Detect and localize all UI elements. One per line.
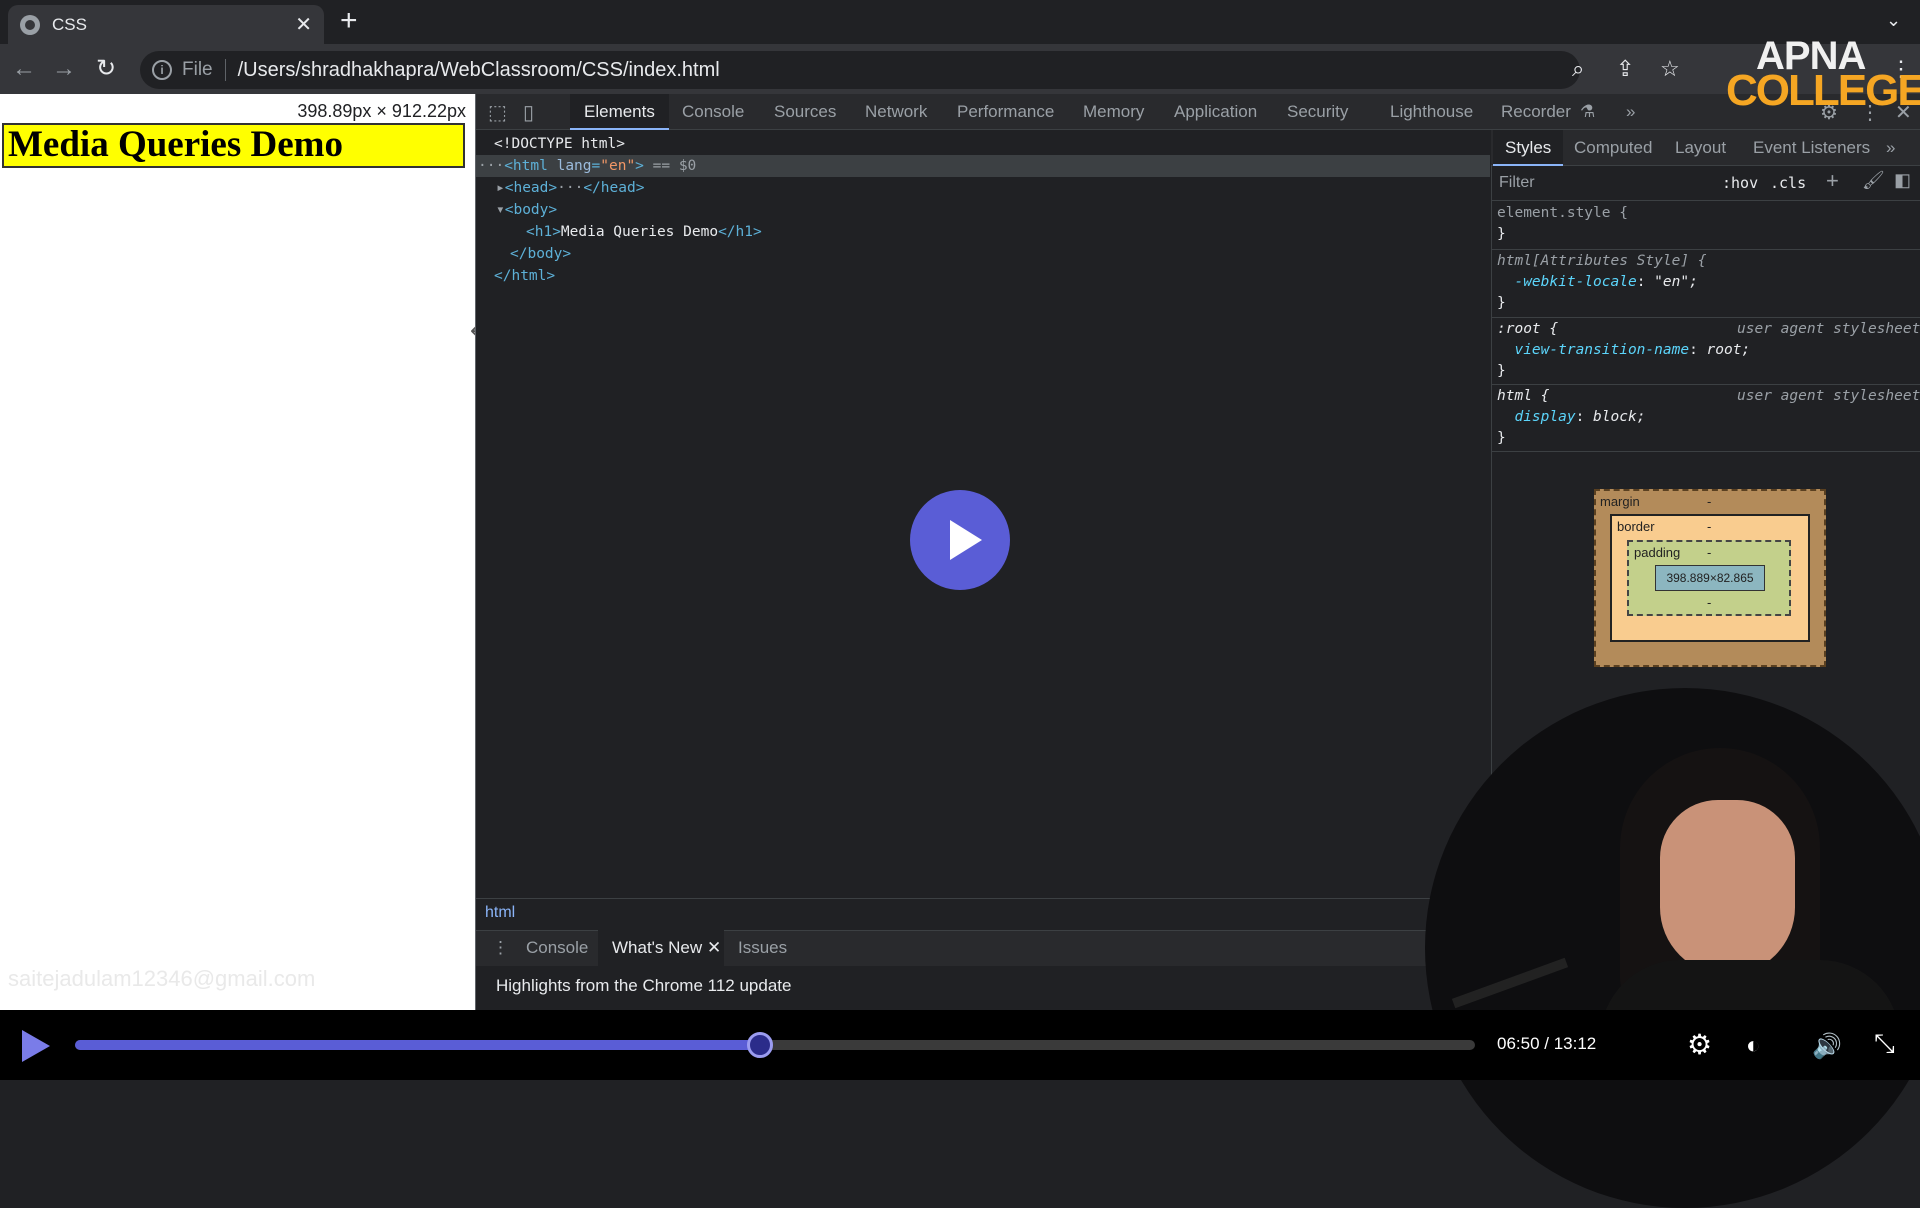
devtools-tab-security[interactable]: Security [1287, 94, 1348, 130]
html-close-node: </html> [494, 268, 556, 284]
tab-computed[interactable]: Computed [1574, 130, 1652, 166]
play-icon[interactable] [22, 1030, 50, 1062]
page-heading: Media Queries Demo [2, 123, 465, 168]
border-value: - [1707, 519, 1712, 534]
close-tab-icon[interactable]: ✕ [295, 12, 312, 37]
viewport-dimensions: 398.89px × 912.22px [282, 98, 470, 124]
browser-tab[interactable]: CSS ✕ [8, 5, 324, 44]
drawer-menu-icon[interactable]: ⋮ [492, 930, 509, 966]
rule-divider [1491, 384, 1920, 385]
more-tabs-icon[interactable]: » [1626, 94, 1635, 130]
padding-value: - [1707, 545, 1712, 560]
doctype-node[interactable]: <!DOCTYPE html> [494, 133, 625, 155]
watermark-text: saitejadulam12346@gmail.com [8, 966, 316, 991]
drawer-tab-console[interactable]: Console [526, 930, 588, 966]
tab-event-listeners[interactable]: Event Listeners [1753, 130, 1870, 166]
head-node[interactable]: ▸<head>···</head> [496, 177, 644, 199]
forward-icon[interactable]: → [52, 54, 76, 84]
devtools-tab-memory[interactable]: Memory [1083, 94, 1144, 130]
margin-label: margin [1600, 494, 1640, 509]
info-icon[interactable]: i [152, 60, 172, 80]
devtools-tab-recorder[interactable]: Recorder [1501, 94, 1571, 130]
exit-fullscreen-icon[interactable]: ⤡ [1874, 1028, 1895, 1060]
url-scheme: File [182, 59, 226, 81]
paint-brush-icon[interactable]: 🖌 [1862, 170, 1885, 191]
zoom-icon[interactable]: ⌕ [1572, 56, 1584, 82]
bookmark-star-icon[interactable]: ☆ [1660, 56, 1680, 82]
devtools-tab-application[interactable]: Application [1174, 94, 1257, 130]
video-play-overlay-icon[interactable] [910, 490, 1010, 590]
progress-fill [75, 1040, 761, 1050]
devtools-tab-network[interactable]: Network [865, 94, 927, 130]
breadcrumb-html[interactable]: html [485, 904, 515, 922]
playback-time: 06:50 / 13:12 [1497, 1034, 1597, 1053]
settings-gear-icon[interactable]: ⚙ [1687, 1028, 1712, 1061]
rule-divider [1491, 451, 1920, 452]
tab-layout[interactable]: Layout [1675, 130, 1726, 166]
logo-college: COLLEGE [1726, 66, 1920, 115]
more-panes-icon[interactable]: » [1886, 130, 1895, 166]
presenter-face [1660, 800, 1795, 975]
padding-label: padding [1634, 545, 1681, 560]
close-drawer-tab-icon[interactable]: ✕ [707, 930, 721, 966]
h1-node[interactable]: <h1>Media Queries Demo</h1> [526, 221, 762, 243]
rule-divider [1491, 249, 1920, 250]
padding-bottom-value: - [1707, 595, 1712, 610]
sidebar-toggle-icon[interactable]: ◧ [1894, 170, 1911, 191]
user-agent-label: user agent stylesheet [1737, 388, 1920, 404]
styles-filter-input[interactable]: Filter [1499, 174, 1535, 192]
progress-scrubber[interactable] [747, 1032, 773, 1058]
devtools-tab-performance[interactable]: Performance [957, 94, 1054, 130]
page-viewport [0, 94, 475, 1010]
volume-icon[interactable]: 🔊 [1812, 1032, 1842, 1061]
user-agent-label: user agent stylesheet [1737, 321, 1920, 337]
devtools-tab-sources[interactable]: Sources [774, 94, 836, 130]
new-rule-icon[interactable]: + [1826, 168, 1839, 194]
html-node[interactable]: ···<html lang="en"> == $0 [478, 155, 696, 177]
tab-styles[interactable]: Styles [1493, 130, 1564, 166]
drawer-tab-issues[interactable]: Issues [738, 930, 787, 966]
toggle-icon[interactable]: ◐ [1746, 1032, 1761, 1060]
drawer-tab-whats-new[interactable]: What's New [598, 930, 724, 966]
devtools-tab-console[interactable]: Console [682, 94, 744, 130]
back-icon[interactable]: ← [12, 54, 36, 84]
box-model-content[interactable]: 398.889×82.865 [1655, 565, 1765, 591]
globe-icon [20, 14, 40, 35]
breadcrumb [476, 898, 1490, 930]
border-label: border [1617, 519, 1655, 534]
chevron-down-icon[interactable]: ⌄ [1886, 10, 1901, 31]
cls-toggle[interactable]: .cls [1770, 174, 1806, 192]
rule-html[interactable]: html { display: block; } [1497, 386, 1645, 449]
whats-new-text: Highlights from the Chrome 112 update [496, 976, 792, 995]
rule-element-style[interactable]: element.style { } [1497, 203, 1628, 245]
flask-icon: ⚗ [1580, 102, 1596, 121]
rule-html-attributes[interactable]: html[Attributes Style] { -webkit-locale:… [1497, 251, 1707, 314]
url-text: /Users/shradhakhapra/WebClassroom/CSS/in… [237, 58, 720, 81]
inspect-element-icon[interactable]: ⬚ [488, 100, 507, 125]
share-icon[interactable]: ⇪ [1616, 56, 1634, 82]
address-bar[interactable]: i File /Users/shradhakhapra/WebClassroom… [140, 51, 1580, 89]
reload-icon[interactable]: ↻ [96, 54, 116, 84]
devtools-tab-lighthouse[interactable]: Lighthouse [1390, 94, 1473, 130]
body-node[interactable]: ▾<body> [496, 199, 557, 221]
hov-toggle[interactable]: :hov [1722, 174, 1758, 192]
device-toolbar-icon[interactable]: ▯ [523, 100, 534, 125]
tab-title: CSS [52, 14, 87, 34]
rule-root[interactable]: :root { view-transition-name: root; } [1497, 319, 1750, 382]
filter-divider [1491, 200, 1920, 201]
new-tab-button[interactable]: + [340, 6, 358, 36]
rule-divider [1491, 317, 1920, 318]
devtools-tab-elements[interactable]: Elements [570, 94, 669, 130]
margin-value: - [1707, 494, 1712, 509]
body-close-node: </body> [510, 246, 572, 262]
